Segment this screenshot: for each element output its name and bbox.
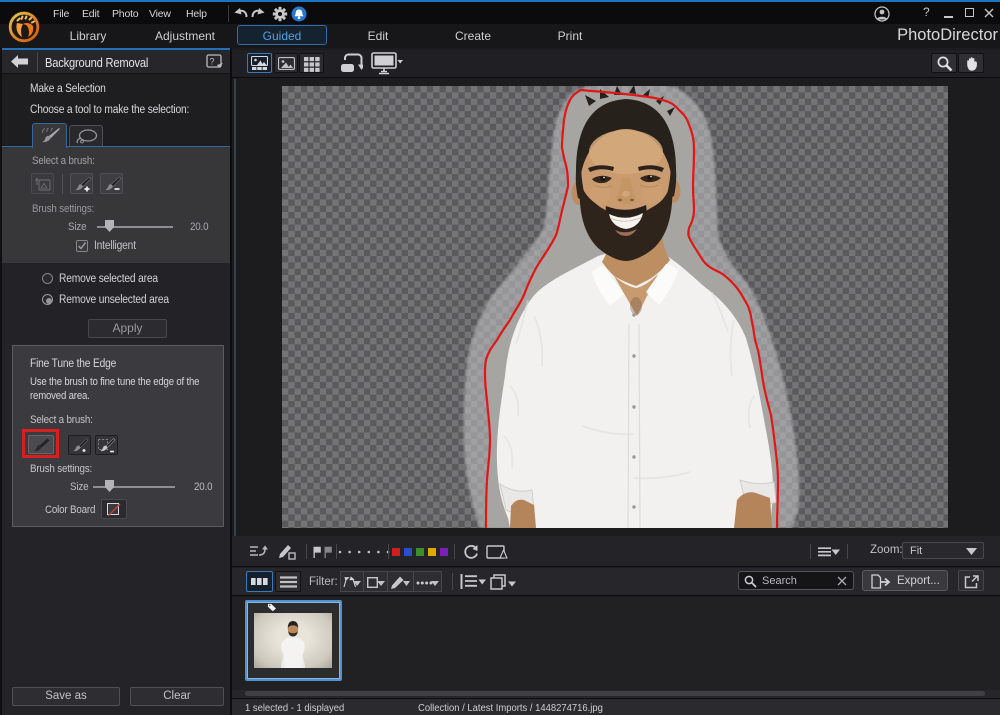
svg-text:?: ? [209, 57, 214, 67]
